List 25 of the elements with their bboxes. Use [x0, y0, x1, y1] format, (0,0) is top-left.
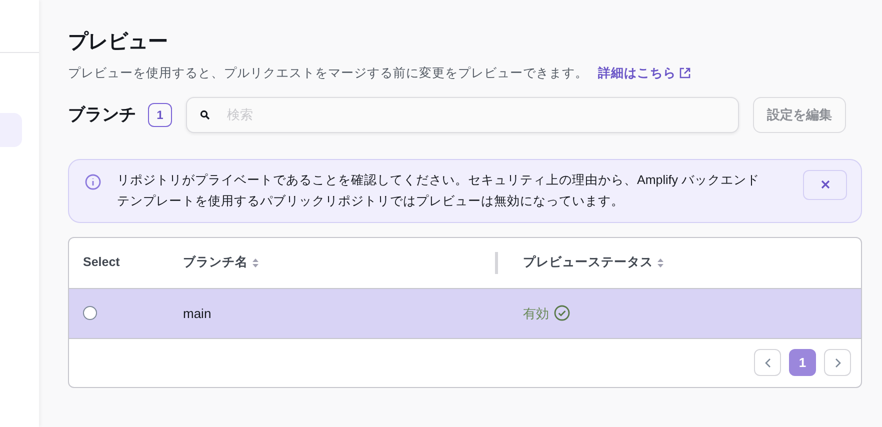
learn-more-link[interactable]: 詳細はこちら [598, 64, 691, 83]
column-header: Select [82, 254, 121, 272]
next-page-button[interactable] [824, 349, 851, 376]
search-icon [200, 110, 210, 120]
page-title: プレビュー [68, 30, 169, 55]
close-icon [820, 180, 830, 190]
close-button[interactable] [803, 170, 847, 200]
sort-icon [657, 258, 664, 268]
column-header[interactable]: ブランチ名 [183, 253, 495, 272]
table-row[interactable]: main 有効 [69, 288, 861, 339]
status-text: 有効 [523, 304, 549, 322]
chevron-right-icon [834, 358, 840, 368]
external-link-icon [679, 67, 691, 80]
check-circle-icon [554, 305, 570, 322]
info-icon [85, 174, 101, 190]
branch-count: 1 [148, 102, 172, 127]
branches-heading: ブランチ [68, 104, 136, 126]
sort-icon [252, 258, 259, 268]
page-description: プレビューを使用すると、プルリクエストをマージする前に変更をプレビューできます。 [68, 65, 588, 82]
column-header[interactable]: プレビューステータス [523, 253, 664, 272]
alert-message: リポジトリがプライベートであることを確認してください。セキュリティ上の理由から、Amplify バックエンドテンプレートを使用するパブリックリポジトリではプレビューは無効になっています。 [117, 172, 760, 210]
branch-name: main [183, 304, 212, 322]
chevron-left-icon [764, 358, 770, 368]
previous-page-button[interactable] [754, 349, 781, 376]
row-radio[interactable] [83, 306, 97, 320]
